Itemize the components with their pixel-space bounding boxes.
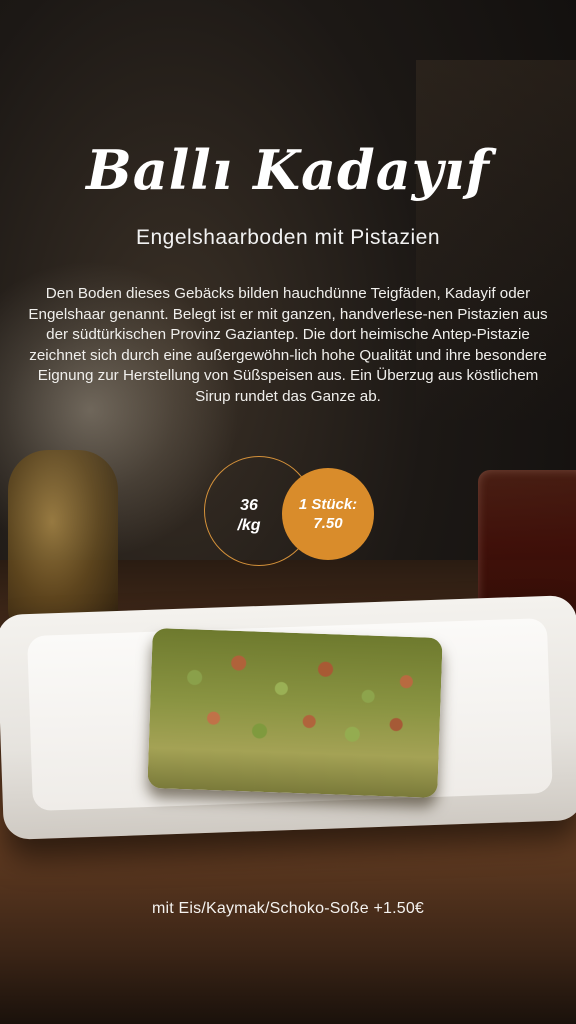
price-per-kg: 36 /kg	[204, 496, 294, 536]
product-subtitle: Engelshaarboden mit Pistazien	[135, 226, 440, 249]
price-per-piece-value: 7.50	[313, 515, 343, 532]
product-description: Den Boden dieses Gebäcks bilden hauchdün…	[28, 285, 548, 405]
product-title: Ballı Kadayıf	[86, 138, 490, 202]
price-per-piece: 1 Stück: 7.50	[299, 495, 357, 533]
dessert-image	[147, 627, 443, 799]
price-per-piece-label: 1 Stück:	[298, 496, 358, 513]
extras-note: mit Eis/Kaymak/Schoko-Soße +1.50€	[151, 900, 425, 917]
background-vase	[8, 450, 118, 630]
price-per-piece-badge: 1 Stück: 7.50	[282, 468, 374, 560]
menu-page: Ballı Kadayıf Engelshaarboden mit Pistaz…	[0, 0, 576, 1024]
price-per-kg-value: 36	[240, 497, 258, 514]
price-per-kg-unit: /kg	[237, 517, 261, 534]
